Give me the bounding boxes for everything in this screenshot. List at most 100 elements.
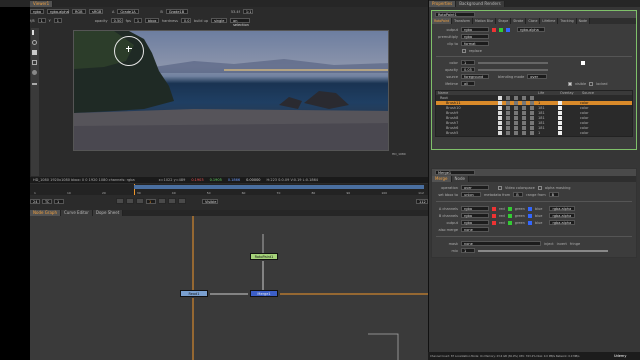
layer-flag-icon[interactable] bbox=[506, 111, 510, 115]
layer-flag-icon[interactable] bbox=[506, 101, 510, 105]
layer-overlay-swatch[interactable] bbox=[558, 96, 562, 100]
tab-roto-clone[interactable]: Clone bbox=[526, 18, 541, 24]
node-merge[interactable]: Merge1 bbox=[250, 290, 278, 297]
layer-flag-icon[interactable] bbox=[522, 96, 526, 100]
layer-flag-icon[interactable] bbox=[522, 121, 526, 125]
tab-roto-rotopaint[interactable]: RotoPaint bbox=[432, 18, 453, 24]
tab-merge-node[interactable]: Node bbox=[451, 176, 469, 182]
layer-flag-icon[interactable] bbox=[498, 121, 502, 125]
green-channel-swatch[interactable] bbox=[499, 27, 503, 32]
tab-roto-transform[interactable]: Transform bbox=[452, 18, 473, 24]
metadata-from-select[interactable]: B bbox=[513, 192, 524, 197]
merge-channel-select[interactable]: rgba bbox=[461, 213, 489, 218]
frame-start[interactable]: 1 bbox=[54, 198, 64, 204]
merge-channel-select[interactable]: none bbox=[461, 227, 489, 232]
merge-name-input[interactable]: Merge1 bbox=[435, 170, 475, 175]
select-tool-icon[interactable] bbox=[32, 30, 37, 35]
playback-mode[interactable]: Visible bbox=[202, 198, 218, 204]
video-colorspace-checkbox[interactable] bbox=[498, 185, 502, 190]
alpha-channel-select[interactable]: rgba.alpha bbox=[549, 213, 576, 218]
alpha-channel-select[interactable]: rgba.alpha bbox=[549, 220, 576, 225]
channel-checkbox[interactable] bbox=[507, 213, 512, 218]
timeline[interactable]: 1 10 20 30 40 50 60 70 80 90 100 112 bbox=[30, 184, 428, 195]
layer-flag-icon[interactable] bbox=[530, 131, 534, 135]
channel-checkbox[interactable] bbox=[527, 206, 532, 211]
layer-flag-icon[interactable] bbox=[530, 116, 534, 120]
channel-checkbox[interactable] bbox=[527, 213, 532, 218]
layer-flag-icon[interactable] bbox=[514, 96, 518, 100]
layer-select[interactable]: rgba.alpha bbox=[47, 9, 69, 14]
tab-merge-merge[interactable]: Merge bbox=[432, 176, 452, 182]
color-slider[interactable] bbox=[478, 61, 548, 64]
color-swatch[interactable] bbox=[581, 60, 585, 65]
layer-flag-icon[interactable] bbox=[506, 96, 510, 100]
range-from-select[interactable]: B bbox=[548, 192, 559, 197]
layer-flag-icon[interactable] bbox=[514, 126, 518, 130]
lifetime-select[interactable]: all bbox=[461, 81, 475, 86]
clip-to-select[interactable]: format bbox=[461, 41, 489, 46]
layer-flag-icon[interactable] bbox=[514, 131, 518, 135]
layer-flag-icon[interactable] bbox=[498, 106, 502, 110]
current-frame[interactable]: 1 bbox=[146, 198, 156, 204]
clone-tool-icon[interactable] bbox=[32, 60, 37, 65]
layer-flag-icon[interactable] bbox=[506, 106, 510, 110]
layer-flag-icon[interactable] bbox=[498, 126, 502, 130]
layer-flag-icon[interactable] bbox=[514, 116, 518, 120]
play-forward-button[interactable] bbox=[158, 198, 166, 204]
blending-select[interactable]: over bbox=[527, 74, 548, 79]
colorspace-select[interactable]: RGB bbox=[72, 9, 86, 14]
layer-flag-icon[interactable] bbox=[530, 96, 534, 100]
opacity-input-prop[interactable]: 0.05 bbox=[461, 67, 475, 72]
layer-row[interactable]: Brush5 1 color bbox=[436, 131, 632, 136]
layer-flag-icon[interactable] bbox=[506, 116, 510, 120]
visible-checkbox[interactable] bbox=[568, 81, 572, 86]
fps-input[interactable]: 24 bbox=[30, 198, 40, 204]
gain-input[interactable]: 1 bbox=[37, 18, 46, 23]
blur-tool-icon[interactable] bbox=[32, 70, 37, 75]
proxy-select[interactable]: sRGB bbox=[89, 9, 103, 14]
mode-select[interactable]: bbox bbox=[144, 18, 159, 23]
layer-flag-icon[interactable] bbox=[514, 121, 518, 125]
tab-roto-lifetime[interactable]: Lifetime bbox=[540, 18, 559, 24]
channel-checkbox[interactable] bbox=[507, 220, 512, 225]
alpha-channel-select[interactable]: rgba.alpha bbox=[549, 206, 576, 211]
merge-channel-select[interactable]: rgba bbox=[461, 220, 489, 225]
layer-flag-icon[interactable] bbox=[522, 101, 526, 105]
layer-flag-icon[interactable] bbox=[530, 106, 534, 110]
channel-checkbox[interactable] bbox=[527, 220, 532, 225]
layer-flag-icon[interactable] bbox=[530, 121, 534, 125]
hardness-input[interactable]: 0.0 bbox=[180, 18, 191, 23]
zoom-readout[interactable]: 53.4f bbox=[231, 10, 240, 14]
layer-overlay-swatch[interactable] bbox=[558, 131, 562, 135]
layer-flag-icon[interactable] bbox=[522, 111, 526, 115]
timecode-mode[interactable]: TC bbox=[42, 198, 52, 204]
layer-flag-icon[interactable] bbox=[514, 111, 518, 115]
layer-flag-icon[interactable] bbox=[506, 131, 510, 135]
bezier-tool-icon[interactable] bbox=[32, 40, 37, 45]
layer-overlay-swatch[interactable] bbox=[558, 111, 562, 115]
input-a-select[interactable]: Grade1A bbox=[117, 9, 140, 14]
frame-end[interactable]: 112 bbox=[416, 198, 428, 204]
tab-background-renders[interactable]: Background Renders bbox=[456, 0, 505, 7]
layer-flag-icon[interactable] bbox=[522, 131, 526, 135]
layer-flag-icon[interactable] bbox=[514, 106, 518, 110]
operation-select[interactable]: over bbox=[461, 185, 489, 190]
gamma-input[interactable]: 1 bbox=[53, 18, 62, 23]
next-key-button[interactable] bbox=[168, 198, 176, 204]
replace-checkbox[interactable] bbox=[462, 48, 466, 53]
layer-flag-icon[interactable] bbox=[530, 101, 534, 105]
input-b-select[interactable]: Grade1B bbox=[165, 9, 188, 14]
tab-roto-node[interactable]: Node bbox=[576, 18, 590, 24]
merge-channel-select[interactable]: rgba bbox=[461, 206, 489, 211]
color-input[interactable]: 1 bbox=[461, 60, 475, 65]
layer-flag-icon[interactable] bbox=[498, 116, 502, 120]
layer-flag-icon[interactable] bbox=[498, 111, 502, 115]
layer-overlay-swatch[interactable] bbox=[558, 116, 562, 120]
channel-checkbox[interactable] bbox=[492, 220, 496, 225]
tab-viewer[interactable]: Viewer1 bbox=[30, 0, 54, 7]
layer-flag-icon[interactable] bbox=[522, 126, 526, 130]
opacity-input[interactable]: 0.50 bbox=[110, 18, 123, 23]
view-select[interactable]: 1:1 bbox=[242, 9, 253, 14]
source-select[interactable]: foreground bbox=[461, 74, 489, 79]
stroke-type-select[interactable]: single bbox=[211, 18, 228, 23]
